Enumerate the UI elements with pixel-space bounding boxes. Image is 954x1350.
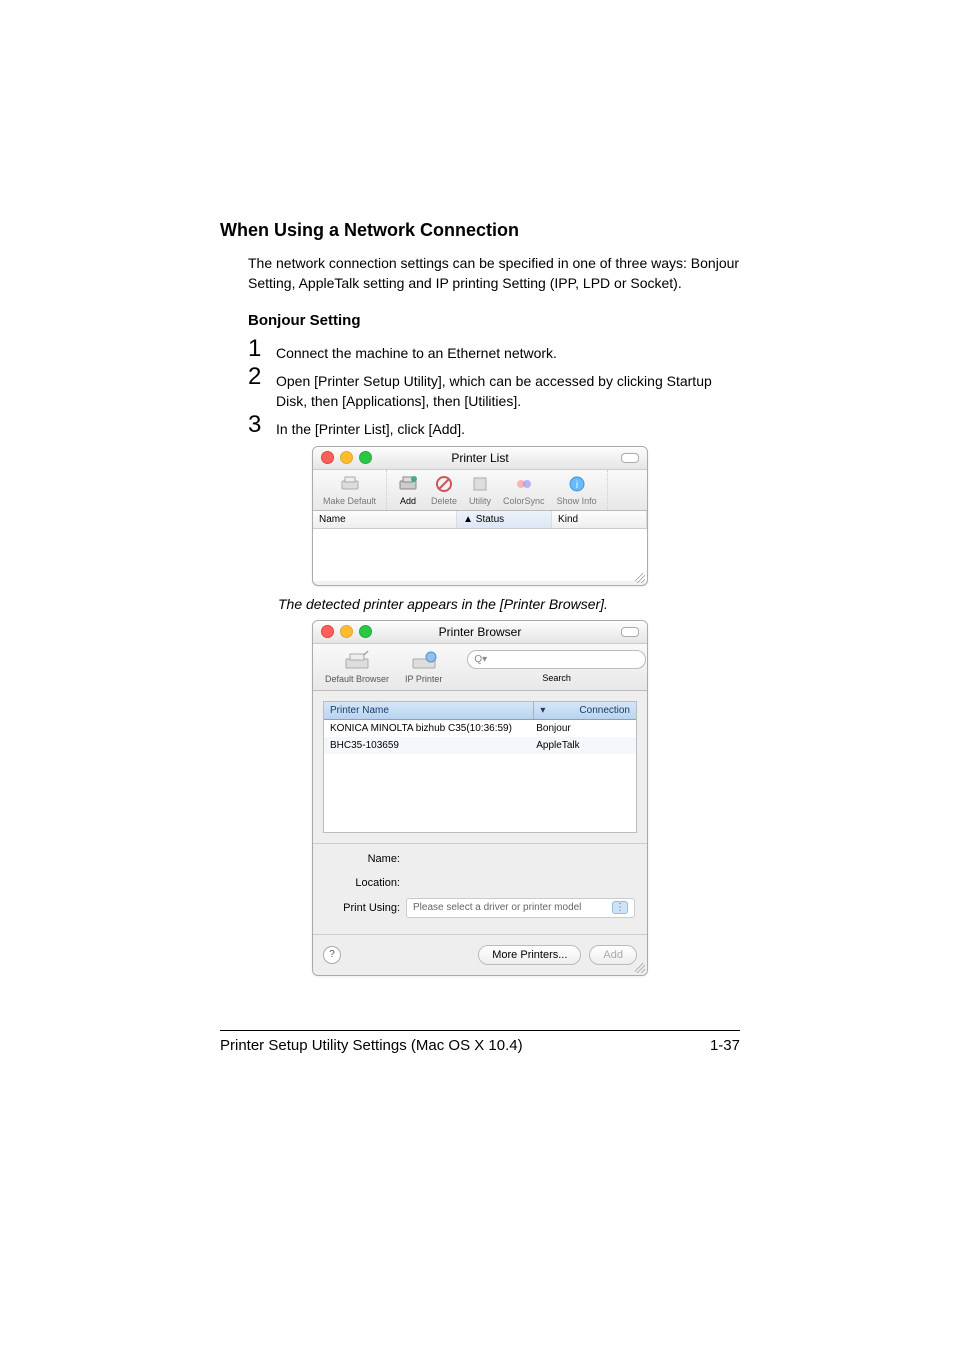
step-1: 1 Connect the machine to an Ethernet net… [248, 337, 740, 363]
default-browser-icon [343, 650, 371, 672]
location-label: Location: [325, 877, 400, 889]
printer-browser-window: Printer Browser Default Browser IP Print… [312, 620, 648, 976]
col-connection[interactable]: ▾Connection [533, 702, 636, 719]
minimize-icon[interactable] [340, 451, 353, 464]
step-number: 3 [248, 413, 276, 437]
add-button[interactable]: Add [589, 945, 637, 965]
close-icon[interactable] [321, 451, 334, 464]
footer-page-number: 1-37 [710, 1037, 740, 1054]
step-text: Open [Printer Setup Utility], which can … [276, 365, 740, 412]
section-body: The network connection settings can be s… [248, 253, 740, 294]
more-printers-button[interactable]: More Printers... [478, 945, 581, 965]
name-label: Name: [325, 853, 400, 865]
location-field [406, 874, 635, 892]
delete-icon [433, 474, 455, 494]
show-info-button[interactable]: i Show Info [551, 472, 603, 508]
titlebar: Printer List [313, 447, 647, 470]
colorsync-icon [513, 474, 535, 494]
printer-list-window: Printer List Make Default Add [312, 446, 648, 586]
colorsync-button[interactable]: ColorSync [497, 472, 551, 508]
minimize-icon[interactable] [340, 625, 353, 638]
subsection-heading: Bonjour Setting [248, 312, 740, 329]
titlebar: Printer Browser [313, 621, 647, 644]
step-3: 3 In the [Printer List], click [Add]. [248, 413, 740, 439]
name-field [406, 850, 635, 868]
toolbar-toggle-icon[interactable] [621, 453, 639, 463]
make-default-button[interactable]: Make Default [317, 472, 382, 508]
col-name[interactable]: Name [313, 511, 457, 528]
col-printer-name[interactable]: Printer Name [324, 702, 533, 719]
print-using-select[interactable]: Please select a driver or printer model … [406, 898, 635, 918]
printer-icon [339, 474, 361, 494]
help-button[interactable]: ? [323, 946, 341, 964]
print-using-label: Print Using: [325, 902, 400, 914]
printer-list: Printer Name ▾Connection KONICA MINOLTA … [323, 701, 637, 833]
col-kind[interactable]: Kind [552, 511, 647, 528]
toolbar-toggle-icon[interactable] [621, 627, 639, 637]
resize-grip-icon[interactable] [635, 573, 645, 583]
utility-button[interactable]: Utility [463, 472, 497, 508]
col-status[interactable]: ▲ Status [457, 511, 552, 528]
zoom-icon[interactable] [359, 625, 372, 638]
section-heading: When Using a Network Connection [220, 220, 740, 241]
svg-text:i: i [575, 480, 577, 491]
close-icon[interactable] [321, 625, 334, 638]
search-input[interactable]: Q▾ [467, 650, 646, 669]
info-icon: i [566, 474, 588, 494]
zoom-icon[interactable] [359, 451, 372, 464]
search-loupe-icon: Q▾ [474, 654, 487, 665]
footer-left: Printer Setup Utility Settings (Mac OS X… [220, 1037, 523, 1054]
step-text: In the [Printer List], click [Add]. [276, 413, 465, 439]
step-number: 2 [248, 365, 276, 389]
list-item[interactable]: KONICA MINOLTA bizhub C35(10:36:59) Bonj… [324, 720, 636, 737]
step-number: 1 [248, 337, 276, 361]
ip-printer-icon [410, 650, 438, 672]
resize-grip-icon[interactable] [635, 963, 645, 973]
updown-icon: ⋮ [612, 901, 628, 914]
step-2: 2 Open [Printer Setup Utility], which ca… [248, 365, 740, 412]
figure-caption: The detected printer appears in the [Pri… [278, 596, 740, 612]
add-printer-icon [397, 474, 419, 494]
utility-icon [469, 474, 491, 494]
footer-rule [220, 1030, 740, 1031]
search-label: Search [542, 673, 571, 683]
add-button[interactable]: Add [391, 472, 425, 508]
table-body-empty [313, 529, 647, 581]
delete-button[interactable]: Delete [425, 472, 463, 508]
list-item[interactable]: BHC35-103659 AppleTalk [324, 737, 636, 754]
tab-default-browser[interactable]: Default Browser [321, 648, 393, 686]
step-text: Connect the machine to an Ethernet netwo… [276, 337, 557, 363]
tab-ip-printer[interactable]: IP Printer [401, 648, 446, 686]
table-header: Name ▲ Status Kind [313, 511, 647, 529]
